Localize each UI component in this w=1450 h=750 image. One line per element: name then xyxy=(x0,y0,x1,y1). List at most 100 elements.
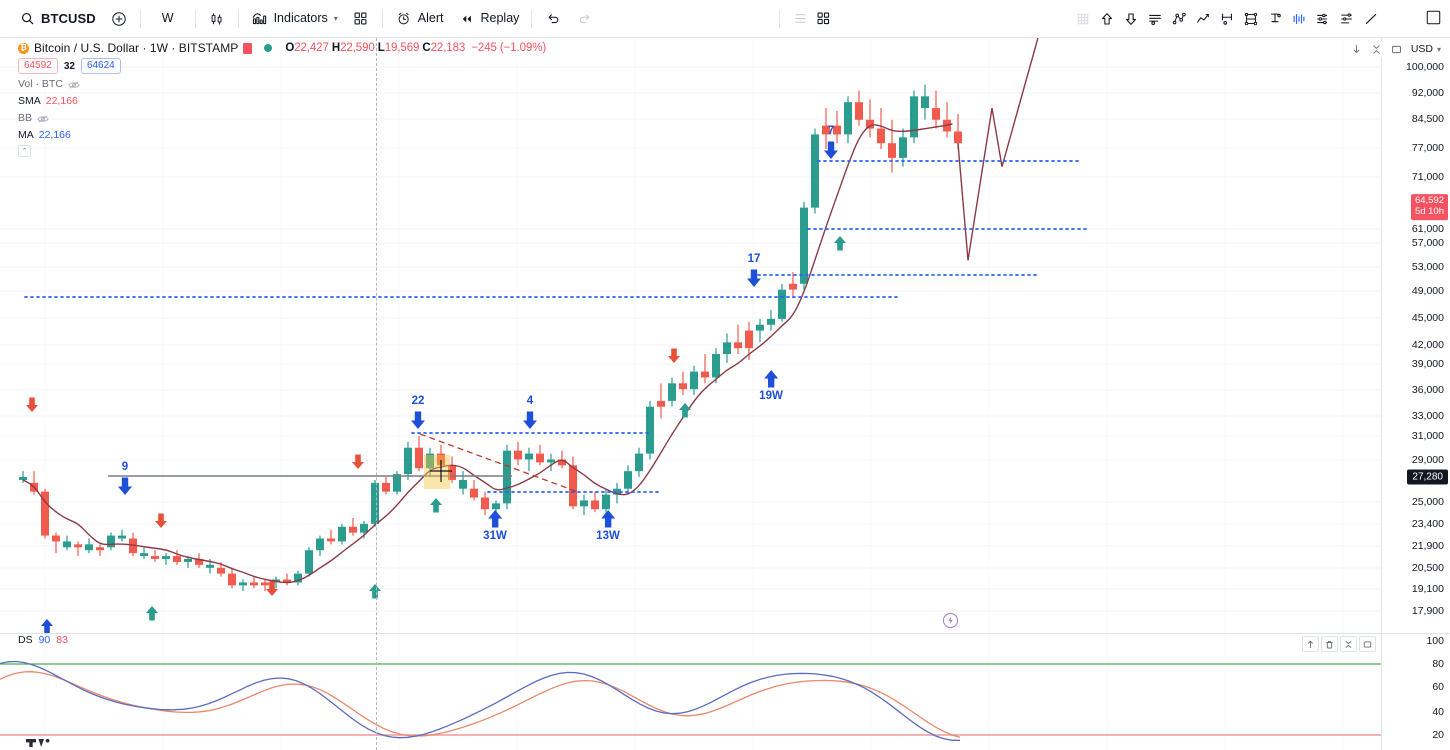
reset-chart-icon[interactable] xyxy=(1388,41,1405,57)
last-price-tag: 64,592 5d 10h xyxy=(1411,194,1448,220)
timeframe-button[interactable]: W xyxy=(146,5,190,33)
chevron-down-icon: ▾ xyxy=(334,14,338,23)
toolbar-divider-6 xyxy=(779,10,780,28)
delete-icon[interactable] xyxy=(1321,636,1338,652)
signal-arrow-marker[interactable] xyxy=(145,605,159,622)
currency-label: USD xyxy=(1411,43,1433,55)
arrow-up-tool-icon[interactable] xyxy=(1095,6,1118,32)
layout-selector-button[interactable] xyxy=(785,5,838,33)
bars-pattern-icon[interactable] xyxy=(1287,6,1310,32)
marker-label: 4 xyxy=(522,396,538,408)
signal-arrow-marker[interactable] xyxy=(154,512,168,529)
signal-lines-icon[interactable] xyxy=(1143,6,1166,32)
redo-button[interactable] xyxy=(569,5,601,33)
replay-label: Replay xyxy=(481,12,520,25)
legend-symbol-title[interactable]: Bitcoin / U.S. Dollar · 1W · BITSTAMP xyxy=(34,41,238,55)
legend-indicator-volume[interactable]: Vol · BTC xyxy=(18,77,546,90)
countdown-marker[interactable]: 19W xyxy=(759,369,783,403)
fullscreen-button[interactable] xyxy=(1425,9,1442,29)
countdown-marker[interactable]: 4 xyxy=(522,396,538,430)
indicator-name-bb: BB xyxy=(18,112,32,124)
countdown-marker[interactable]: 22 xyxy=(410,396,426,430)
price-axis-label: 25,000 xyxy=(1412,496,1444,508)
signal-arrow-marker[interactable] xyxy=(429,497,443,514)
symbol-search-button[interactable]: BTCUSD xyxy=(11,5,103,33)
candle-style-icon[interactable] xyxy=(243,43,252,54)
countdown-marker[interactable]: 13W xyxy=(596,509,620,543)
zigzag-icon[interactable] xyxy=(1191,6,1214,32)
currency-chevron-down-icon: ▾ xyxy=(1437,45,1441,54)
flash-circle-icon[interactable] xyxy=(941,611,960,633)
download-icon[interactable] xyxy=(1348,41,1365,57)
currency-selector[interactable]: USD ▾ xyxy=(1408,43,1444,55)
oscillator-axis-label: 40 xyxy=(1432,706,1444,718)
anchored-vwap-icon[interactable] xyxy=(1335,6,1358,32)
rectangle-nodes-icon[interactable] xyxy=(1239,6,1262,32)
replay-button[interactable]: Replay xyxy=(451,5,527,33)
legend-indicator-bb[interactable]: BB xyxy=(18,111,546,124)
marker-label: 31W xyxy=(483,531,507,543)
undo-button[interactable] xyxy=(537,5,569,33)
countdown-marker[interactable]: 17 xyxy=(746,254,762,288)
chart-type-button[interactable] xyxy=(201,5,233,33)
legend-indicator-sma[interactable]: SMA 22,166 xyxy=(18,94,546,107)
arrow-down-tool-icon[interactable] xyxy=(1119,6,1142,32)
forecast-icon[interactable] xyxy=(1311,6,1334,32)
alert-button[interactable]: Alert xyxy=(388,5,451,33)
indicator-name-volume: Vol · BTC xyxy=(18,78,63,90)
price-axis-label: 23,400 xyxy=(1412,518,1444,530)
legend-collapse-button[interactable]: ⌃ xyxy=(18,145,31,157)
layout-list-icon xyxy=(791,10,809,28)
arrow-up-icon xyxy=(145,605,159,622)
indicators-button[interactable]: Indicators ▾ xyxy=(244,5,345,33)
arrow-down-icon xyxy=(154,512,168,529)
signal-arrow-marker[interactable] xyxy=(25,396,39,413)
restore-icon[interactable] xyxy=(1359,636,1376,652)
scale-fit-icon[interactable] xyxy=(1368,41,1385,57)
move-up-icon[interactable] xyxy=(1302,636,1319,652)
signal-arrow-marker[interactable] xyxy=(351,453,365,470)
oscillator-axis-label: 100 xyxy=(1426,635,1444,647)
long-position-icon[interactable] xyxy=(1263,6,1286,32)
pill-buy-price[interactable]: 64624 xyxy=(81,58,121,74)
legend-indicator-ma[interactable]: MA 22,166 xyxy=(18,128,546,141)
marker-label: 17 xyxy=(746,254,762,266)
tradingview-logo[interactable] xyxy=(26,734,52,750)
signal-arrow-marker[interactable] xyxy=(368,583,382,600)
arrow-down-icon xyxy=(25,396,39,413)
indicator-name-sma: SMA xyxy=(18,95,41,107)
pill-sell-price[interactable]: 64592 xyxy=(18,58,58,74)
redo-arrow-icon xyxy=(576,10,594,28)
collapse-icon[interactable] xyxy=(1340,636,1357,652)
price-axis-label: 71,000 xyxy=(1412,171,1444,183)
countdown-marker[interactable]: 7 xyxy=(823,126,839,160)
move-grid-icon[interactable] xyxy=(1071,6,1094,32)
eye-off-icon[interactable] xyxy=(68,79,80,89)
trend-line-icon[interactable] xyxy=(1359,6,1382,32)
oscillator-pane[interactable] xyxy=(0,634,1381,750)
drawing-tools-bar xyxy=(1069,5,1384,33)
measure-range-icon[interactable] xyxy=(1215,6,1238,32)
templates-button[interactable] xyxy=(345,5,377,33)
countdown-marker[interactable]: 31W xyxy=(483,509,507,543)
oscillator-legend[interactable]: DS 90 83 xyxy=(18,634,68,646)
signal-arrow-marker[interactable] xyxy=(833,235,847,252)
countdown-marker[interactable]: 9 xyxy=(117,462,133,496)
signal-arrow-marker[interactable] xyxy=(667,347,681,364)
pattern-node-icon[interactable] xyxy=(1167,6,1190,32)
price-scale[interactable]: 100,00092,00084,50077,00071,00061,00057,… xyxy=(1381,38,1450,634)
eye-off-icon-bb[interactable] xyxy=(37,113,49,123)
price-axis-label: 45,000 xyxy=(1412,312,1444,324)
oscillator-scale[interactable]: 10080604020 xyxy=(1381,634,1450,750)
alert-label: Alert xyxy=(418,12,444,25)
toolbar-divider xyxy=(140,10,141,28)
search-icon xyxy=(18,10,36,28)
price-axis-label: 19,100 xyxy=(1412,583,1444,595)
add-symbol-button[interactable] xyxy=(103,5,135,33)
signal-arrow-marker[interactable] xyxy=(265,580,279,597)
arrow-down-icon xyxy=(117,476,133,496)
price-axis-label: 53,000 xyxy=(1412,261,1444,273)
data-source-dot-icon xyxy=(264,44,272,52)
signal-arrow-marker[interactable] xyxy=(678,402,692,419)
arrow-up-icon xyxy=(429,497,443,514)
